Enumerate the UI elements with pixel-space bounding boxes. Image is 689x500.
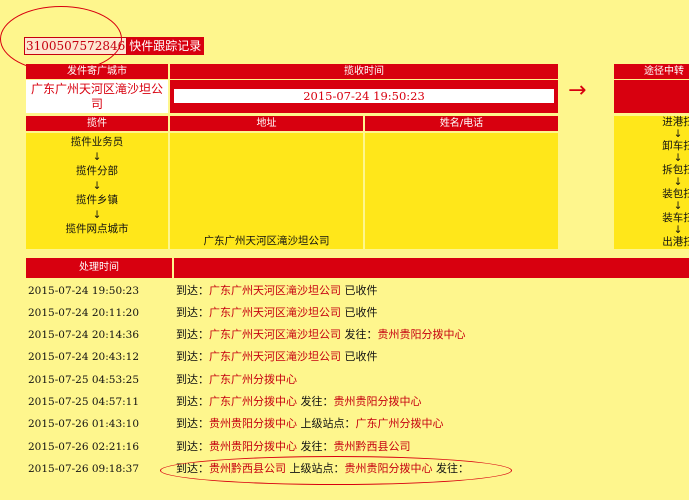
- pickup-step: 揽件分部: [76, 165, 118, 177]
- down-arrow-icon: ↓: [92, 208, 102, 221]
- record-row: 2015-07-26 01:43:10 到达：贵州贵阳分拨中心 上级站点：广东广州…: [26, 413, 689, 435]
- address-cell: 广东广州天河区滝沙坦公司: [170, 133, 363, 249]
- pickup-step: 揽件乡镇: [76, 194, 118, 206]
- down-arrow-icon: ↓: [673, 176, 683, 188]
- name-phone-header: 姓名/电话: [365, 116, 558, 131]
- record-text: 到达：: [176, 417, 209, 430]
- down-arrow-icon: ↓: [673, 128, 683, 140]
- pickup-time-value: 2015-07-24 19:50:23: [174, 89, 554, 103]
- origin-city-header: 发件寄广城市: [26, 64, 168, 79]
- record-text: 到达：: [176, 350, 209, 363]
- pickup-time-header: 揽收时间: [170, 64, 558, 79]
- record-row: 2015-07-26 02:21:16 到达：贵州贵阳分拨中心 发往：贵州黔西县公…: [26, 436, 689, 458]
- location-link[interactable]: 贵州贵阳分拨中心: [334, 395, 422, 408]
- down-arrow-icon: ↓: [92, 179, 102, 192]
- arrow-right-icon: →: [568, 78, 587, 103]
- record-text: 已收件: [341, 350, 378, 363]
- name-phone-cell: [365, 133, 558, 249]
- record-text: 到达：: [176, 306, 209, 319]
- location-link[interactable]: 广东广州天河区滝沙坦公司: [209, 350, 341, 363]
- address-header: 地址: [170, 116, 363, 131]
- down-arrow-icon: ↓: [673, 224, 683, 236]
- pickup-step: 揽件网点城市: [65, 223, 129, 235]
- record-detail: 到达：贵州贵阳分拨中心 发往：贵州黔西县公司: [176, 436, 411, 458]
- transit-step: 进港扫: [662, 116, 689, 128]
- transit-time-cell: [614, 80, 689, 113]
- record-time: 2015-07-24 20:11:20: [28, 307, 140, 319]
- record-time: 2015-07-24 20:14:36: [28, 329, 140, 341]
- record-text: 到达：: [176, 373, 209, 386]
- record-text: 发往：: [297, 440, 334, 453]
- record-time: 2015-07-26 01:43:10: [28, 418, 140, 430]
- record-detail: 到达：广东广州天河区滝沙坦公司 已收件: [176, 346, 378, 368]
- location-link[interactable]: 广东广州分拨中心: [356, 417, 444, 430]
- record-time: 2015-07-24 20:43:12: [28, 351, 140, 363]
- location-link[interactable]: 广东广州天河区滝沙坦公司: [209, 328, 341, 341]
- down-arrow-icon: ↓: [92, 150, 102, 163]
- location-link[interactable]: 贵州贵阳分拨中心: [209, 417, 297, 430]
- transit-steps: 进港扫 ↓ 卸车扫 ↓ 拆包扫 ↓ 装包扫 ↓ 装车扫 ↓ 出港扫: [614, 116, 689, 249]
- transit-step: 拆包扫: [662, 164, 689, 176]
- transit-step: 装包扫: [662, 188, 689, 200]
- record-time: 2015-07-24 19:50:23: [28, 285, 140, 297]
- record-detail: 到达：广东广州天河区滝沙坦公司 发往：贵州贵阳分拨中心: [176, 324, 466, 346]
- transit-header: 途径中转: [614, 64, 689, 79]
- location-link[interactable]: 贵州贵阳分拨中心: [209, 440, 297, 453]
- record-time: 2015-07-26 09:18:37: [28, 463, 140, 475]
- location-link[interactable]: 贵州贵阳分拨中心: [378, 328, 466, 341]
- record-detail: 到达：广东广州天河区滝沙坦公司 已收件: [176, 302, 378, 324]
- transit-step: 装车扫: [662, 212, 689, 224]
- record-detail: 到达：贵州贵阳分拨中心 上级站点：广东广州分拨中心: [176, 413, 444, 435]
- record-row: 2015-07-24 20:11:20 到达：广东广州天河区滝沙坦公司 已收件: [26, 302, 689, 324]
- page-title: 快件跟踪记录: [127, 37, 205, 55]
- record-text: 发往：: [297, 395, 334, 408]
- down-arrow-icon: ↓: [673, 200, 683, 212]
- record-time: 2015-07-26 02:21:16: [28, 441, 140, 453]
- origin-city-value: 广东广州天河区滝沙坦公司: [26, 80, 168, 113]
- location-link[interactable]: 广东广州分拨中心: [209, 395, 297, 408]
- transit-step: 出港扫: [662, 236, 689, 248]
- pickup-time-cell: 2015-07-24 19:50:23: [170, 80, 558, 113]
- record-text: 已收件: [341, 284, 378, 297]
- tracking-number-circle-annotation: [0, 6, 122, 72]
- record-text: 上级站点：: [297, 417, 356, 430]
- record-row: 2015-07-24 20:14:36 到达：广东广州天河区滝沙坦公司 发往：贵州…: [26, 324, 689, 346]
- location-link[interactable]: 广东广州分拨中心: [209, 373, 297, 386]
- record-detail: 到达：广东广州分拨中心: [176, 369, 297, 391]
- pickup-header: 揽件: [26, 116, 168, 131]
- down-arrow-icon: ↓: [673, 152, 683, 164]
- record-row: 2015-07-25 04:57:11 到达：广东广州分拨中心 发往：贵州贵阳分拨…: [26, 391, 689, 413]
- last-record-circle-annotation: [160, 456, 512, 485]
- record-text: 到达：: [176, 284, 209, 297]
- record-text: 已收件: [341, 306, 378, 319]
- pickup-steps: 揽件业务员 ↓ 揽件分部 ↓ 揽件乡镇 ↓ 揽件网点城市: [26, 133, 168, 249]
- time-column-header: 处理时间: [26, 258, 172, 278]
- record-row: 2015-07-24 20:43:12 到达：广东广州天河区滝沙坦公司 已收件: [26, 346, 689, 368]
- location-link[interactable]: 广东广州天河区滝沙坦公司: [209, 306, 341, 319]
- record-time: 2015-07-25 04:57:11: [28, 396, 140, 408]
- detail-column-header: [174, 258, 689, 278]
- record-text: 发往：: [341, 328, 378, 341]
- pickup-step: 揽件业务员: [70, 136, 124, 148]
- address-value: 广东广州天河区滝沙坦公司: [203, 235, 330, 247]
- location-link[interactable]: 贵州黔西县公司: [334, 440, 411, 453]
- record-text: 到达：: [176, 328, 209, 341]
- record-text: 到达：: [176, 395, 209, 408]
- record-row: 2015-07-25 04:53:25 到达：广东广州分拨中心: [26, 369, 689, 391]
- record-detail: 到达：广东广州天河区滝沙坦公司 已收件: [176, 280, 378, 302]
- record-text: 到达：: [176, 440, 209, 453]
- record-detail: 到达：广东广州分拨中心 发往：贵州贵阳分拨中心: [176, 391, 422, 413]
- record-time: 2015-07-25 04:53:25: [28, 374, 140, 386]
- record-row: 2015-07-24 19:50:23 到达：广东广州天河区滝沙坦公司 已收件: [26, 280, 689, 302]
- location-link[interactable]: 广东广州天河区滝沙坦公司: [209, 284, 341, 297]
- transit-step: 卸车扫: [662, 140, 689, 152]
